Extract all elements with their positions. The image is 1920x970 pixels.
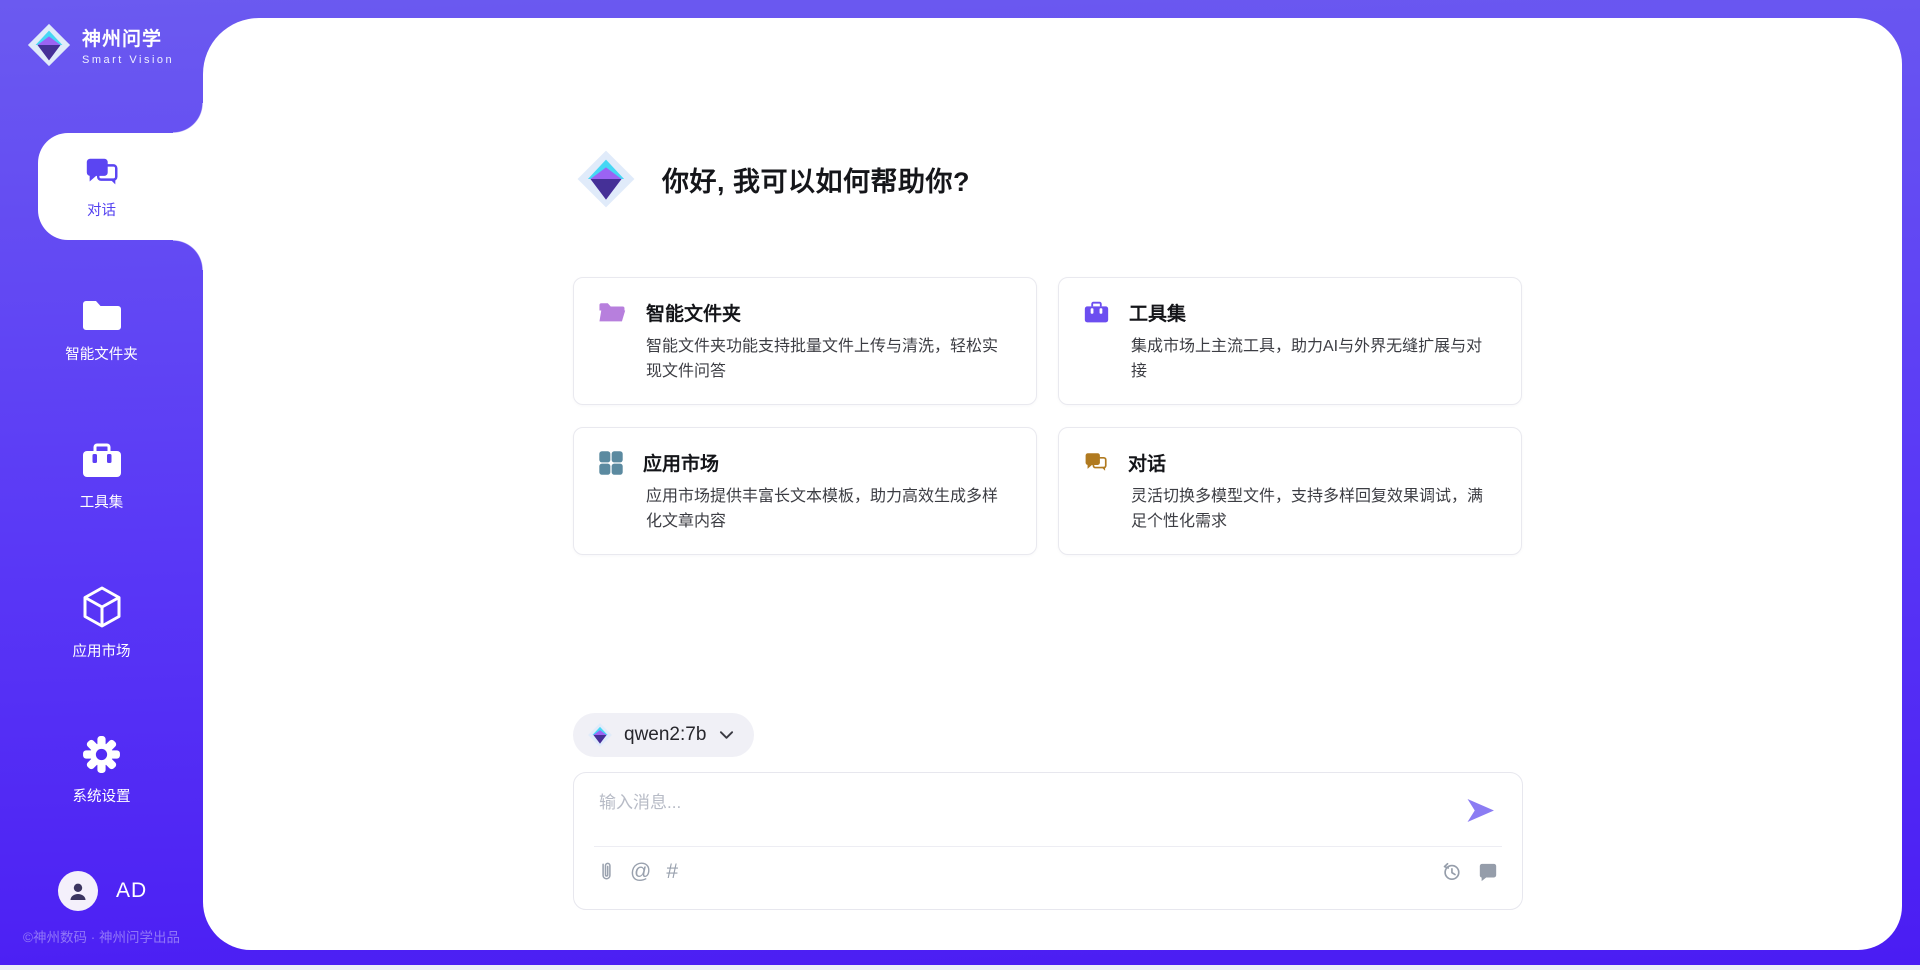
sidebar-item-label: 系统设置 [73,785,131,806]
card-title: 对话 [1128,449,1166,476]
chat-bubbles-icon [83,154,121,192]
brand-diamond-icon [26,22,72,68]
composer-divider [594,846,1502,847]
mention-icon[interactable]: @ [630,861,651,882]
message-composer: @ # [573,772,1523,910]
feature-cards: 智能文件夹 智能文件夹功能支持批量文件上传与清洗，轻松实现文件问答 工具集 集成… [573,277,1522,555]
card-title: 应用市场 [643,449,719,476]
copyright-text: ©神州数码 · 神州问学出品 [0,926,203,946]
send-icon[interactable] [1466,798,1495,823]
sidebar-item-label: 对话 [87,199,116,220]
sidebar-item-chat[interactable]: 对话 [38,133,203,240]
sidebar-item-toolset[interactable]: 工具集 [0,441,203,512]
grid-tiles-icon [598,450,624,476]
cube-icon [79,584,125,630]
main-panel: 你好, 我可以如何帮助你? 智能文件夹 智能文件夹功能支持批量文件上传与清洗，轻… [203,18,1902,950]
card-smart-folder[interactable]: 智能文件夹 智能文件夹功能支持批量文件上传与清洗，轻松实现文件问答 [573,277,1037,405]
chat-bubbles-icon [1083,450,1109,476]
card-description: 智能文件夹功能支持批量文件上传与清洗，轻松实现文件问答 [646,335,1012,385]
history-icon[interactable] [1441,861,1462,882]
folder-open-icon [598,301,627,325]
model-selector[interactable]: qwen2:7b [573,713,754,757]
sidebar-item-label: 工具集 [80,491,124,512]
bottom-edge-strip [0,965,1920,970]
chevron-down-icon [719,730,734,740]
sidebar-item-label: 应用市场 [73,640,131,661]
card-description: 应用市场提供丰富长文本模板，助力高效生成多样化文章内容 [646,485,1012,535]
greeting-title: 你好, 我可以如何帮助你? [662,160,970,199]
content-column: 你好, 我可以如何帮助你? 智能文件夹 智能文件夹功能支持批量文件上传与清洗，轻… [573,18,1523,950]
comment-icon[interactable] [1478,862,1498,882]
card-description: 灵活切换多模型文件，支持多样回复效果调试，满足个性化需求 [1131,485,1497,535]
card-description: 集成市场上主流工具，助力AI与外界无缝扩展与对接 [1131,335,1497,385]
message-input[interactable] [599,788,1429,838]
card-toolset[interactable]: 工具集 集成市场上主流工具，助力AI与外界无缝扩展与对接 [1058,277,1522,405]
sidebar-item-app-market[interactable]: 应用市场 [0,584,203,661]
brand-diamond-icon [575,148,637,210]
gear-icon [81,734,122,775]
user-name: AD [116,879,147,903]
briefcase-icon [80,441,124,481]
greeting: 你好, 我可以如何帮助你? [575,148,970,210]
card-title: 智能文件夹 [646,299,741,326]
brand-name: 神州问学 [82,24,174,51]
avatar [58,871,98,911]
brand-logo: 神州问学 Smart Vision [26,22,174,68]
card-app-market[interactable]: 应用市场 应用市场提供丰富长文本模板，助力高效生成多样化文章内容 [573,427,1037,555]
sidebar-item-smart-folder[interactable]: 智能文件夹 [0,297,203,364]
card-title: 工具集 [1129,299,1186,326]
paperclip-icon[interactable] [598,861,615,882]
model-name: qwen2:7b [624,724,706,746]
briefcase-icon [1083,300,1110,325]
sidebar: 神州问学 Smart Vision 对话 智能文件夹 工具集 应用市场 系统设置 [0,0,203,970]
sidebar-item-label: 智能文件夹 [65,343,138,364]
hashtag-icon[interactable]: # [666,861,678,882]
brand-subtitle: Smart Vision [82,54,174,66]
sidebar-item-settings[interactable]: 系统设置 [0,734,203,806]
folder-icon [80,297,124,333]
model-diamond-icon [587,722,613,748]
user-account[interactable]: AD [58,871,147,911]
card-chat[interactable]: 对话 灵活切换多模型文件，支持多样回复效果调试，满足个性化需求 [1058,427,1522,555]
